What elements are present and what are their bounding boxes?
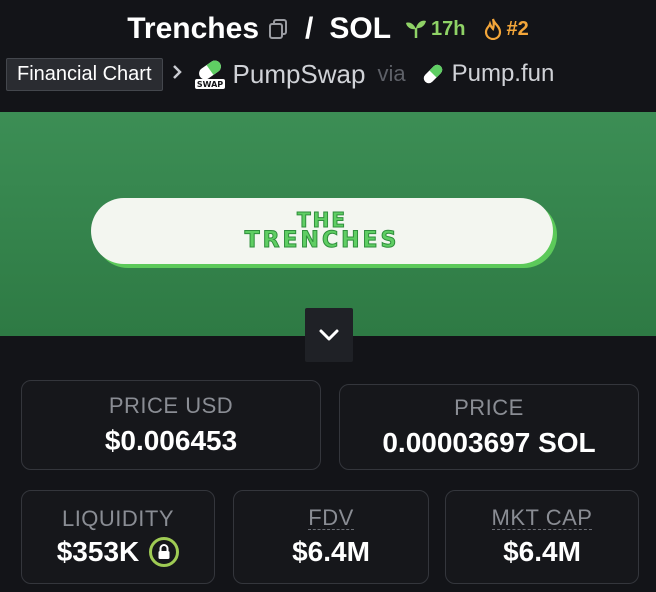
via-label: via	[377, 61, 406, 86]
trending-rank[interactable]: #2	[483, 17, 529, 41]
banner-line-1: THE	[296, 208, 348, 232]
pair-base-name: Trenches	[127, 12, 259, 45]
liquidity-label: LIQUIDITY	[61, 506, 175, 531]
liquidity-value: $353K	[56, 536, 140, 567]
price-usd-label: PRICE USD	[108, 393, 234, 418]
pair-separator: /	[305, 12, 314, 45]
sprout-icon	[406, 20, 427, 38]
fdv-card: FDV $6.4M	[233, 490, 429, 584]
age-text: 17h	[431, 17, 466, 40]
copy-icon[interactable]	[267, 17, 289, 41]
price-usd-card: PRICE USD $0.006453	[21, 380, 321, 470]
dex-badge-text: SWAP	[196, 80, 222, 89]
price-usd-value: $0.006453	[104, 425, 238, 456]
dex-name-link[interactable]: PumpSwap	[233, 59, 366, 90]
banner-line-2: TRENCHES	[244, 228, 400, 253]
mkt-cap-value: $6.4M	[503, 535, 581, 567]
mkt-cap-card: MKT CAP $6.4M	[445, 490, 639, 584]
pumpswap-logo: SWAP	[193, 57, 227, 91]
price-native-label: PRICE	[454, 395, 524, 420]
flame-icon	[485, 18, 502, 40]
liquidity-card: LIQUIDITY $353K	[21, 490, 215, 584]
chevron-right-icon	[171, 60, 183, 88]
rank-text: #2	[506, 17, 529, 40]
liquidity-lock-badge[interactable]	[149, 537, 180, 567]
pair-quote-name: SOL	[329, 12, 392, 45]
fdv-value: $6.4M	[292, 535, 370, 567]
breadcrumb: Financial Chart SWAP PumpSwap via Pump.f…	[6, 56, 650, 92]
pair-age: 17h	[405, 18, 465, 41]
lock-icon	[158, 544, 170, 559]
mkt-cap-label[interactable]: MKT CAP	[491, 506, 593, 530]
launchpad-name-link[interactable]: Pump.fun	[452, 60, 555, 88]
pill-icon	[420, 61, 446, 87]
chevron-down-icon	[319, 329, 339, 341]
financial-chart-tooltip: Financial Chart	[6, 57, 163, 91]
title-row: Trenches / SOL 17h #2	[0, 8, 656, 50]
liquidity-value-row: $353K	[57, 536, 180, 568]
price-native-card: PRICE 0.00003697 SOL	[339, 384, 639, 470]
collapse-banner-button[interactable]	[305, 308, 353, 362]
token-banner: THE TRENCHES	[0, 112, 656, 336]
pair-header: Trenches / SOL 17h #2 Financial Chart SW…	[0, 0, 656, 112]
banner-logo: THE TRENCHES	[91, 198, 553, 264]
price-native-value: 0.00003697 SOL	[382, 427, 596, 458]
fdv-label[interactable]: FDV	[308, 506, 354, 530]
